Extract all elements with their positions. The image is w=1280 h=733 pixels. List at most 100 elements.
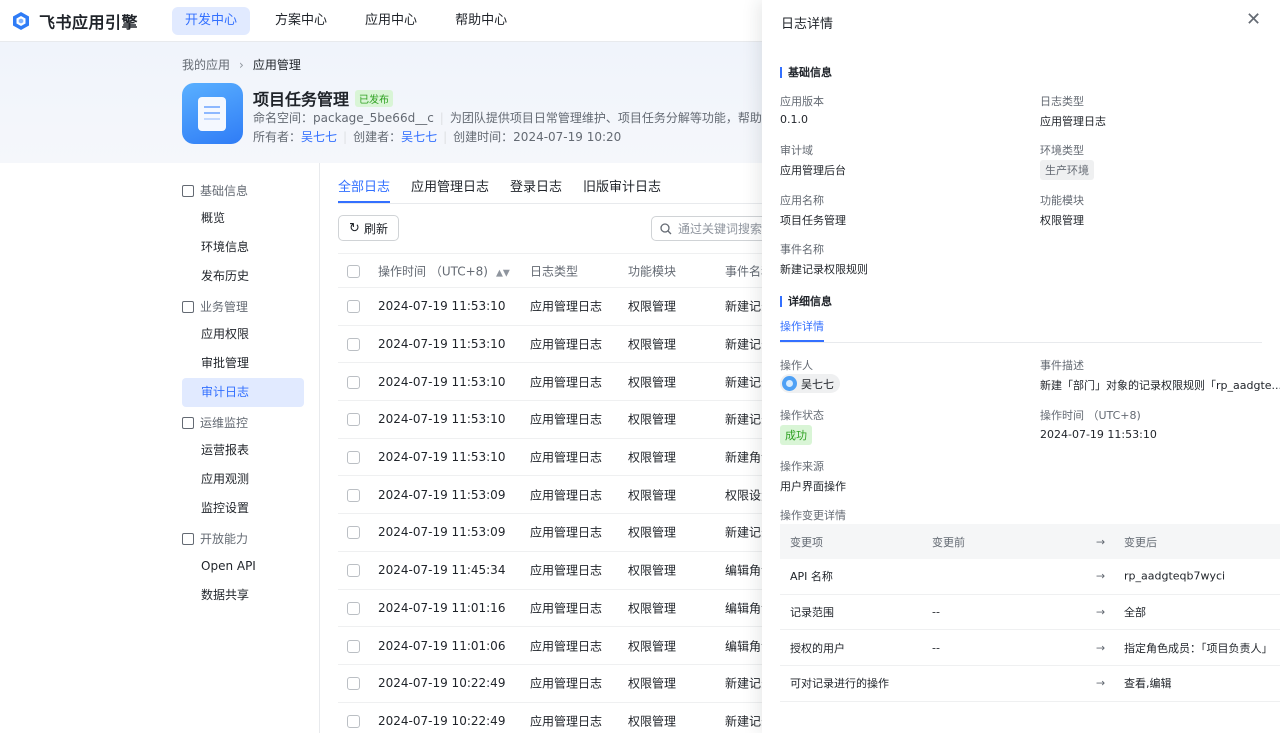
row-checkbox[interactable] <box>347 526 360 540</box>
table-row[interactable]: 2024-07-19 11:53:10 应用管理日志 权限管理 新建记录 <box>338 326 762 364</box>
sidebar-group-label: 运维监控 <box>200 416 249 430</box>
breadcrumb-my-apps[interactable]: 我的应用 <box>182 56 230 73</box>
nav-app-center[interactable]: 应用中心 <box>352 7 430 35</box>
cell-type: 应用管理日志 <box>530 299 603 314</box>
event-desc-label: 事件描述 <box>1040 359 1084 372</box>
env-type-label: 环境类型 <box>1040 144 1084 157</box>
sidebar-item-overview[interactable]: 概览 <box>182 204 304 233</box>
row-checkbox[interactable] <box>347 488 360 502</box>
cell-event: 新建记录 <box>725 337 762 352</box>
sidebar-item-release-history[interactable]: 发布历史 <box>182 262 304 291</box>
cell-type: 应用管理日志 <box>530 639 603 654</box>
log-tabs: 全部日志 应用管理日志 登录日志 旧版审计日志 <box>338 176 682 203</box>
cell-type: 应用管理日志 <box>530 375 603 390</box>
row-checkbox[interactable] <box>347 338 360 352</box>
log-detail-drawer: 日志详情 ✕ 基础信息 应用版本 0.1.0 日志类型 应用管理日志 审计域 应… <box>762 0 1280 733</box>
chevron-right-icon: › <box>239 57 244 72</box>
creator-label: 创建者： <box>353 130 402 144</box>
app-meta-namespace: 命名空间：package_5be66d__c | 为团队提供项目日常管理维护、项目任… <box>253 109 763 126</box>
cell-time: 2024-07-19 11:45:34 <box>378 563 506 578</box>
nav-dev-center[interactable]: 开发中心 <box>172 6 251 35</box>
layers-icon <box>182 532 194 545</box>
table-row[interactable]: 2024-07-19 11:01:16 应用管理日志 权限管理 编辑角色 <box>338 590 762 628</box>
table-row[interactable]: 2024-07-19 11:53:10 应用管理日志 权限管理 新建角色 <box>338 439 762 477</box>
cell-type: 应用管理日志 <box>530 714 603 729</box>
changes-table: 变更项 变更前 → 变更后 API 名称 → rp_aadgteqb7wyci 记录范… <box>780 524 1280 702</box>
op-status-tag: 成功 <box>780 425 812 445</box>
change-item: 可对记录进行的操作 <box>790 677 889 691</box>
table-row[interactable]: 2024-07-19 11:53:10 应用管理日志 权限管理 新建记录 <box>338 401 762 439</box>
section-basic-info: 基础信息 <box>780 64 832 80</box>
brand-name: 飞书应用引擎 <box>39 12 139 32</box>
section-title: 详细信息 <box>788 295 832 308</box>
table-row[interactable]: 2024-07-19 11:53:09 应用管理日志 权限管理 权限设置 <box>338 476 762 515</box>
table-row[interactable]: 2024-07-19 11:45:34 应用管理日志 权限管理 编辑角色 <box>338 552 762 590</box>
cell-time: 2024-07-19 11:53:10 <box>378 450 506 465</box>
refresh-icon: ↻ <box>349 220 360 236</box>
tab-app-mgmt-logs[interactable]: 应用管理日志 <box>411 176 489 203</box>
owner-link[interactable]: 吴七七 <box>301 130 337 144</box>
row-checkbox[interactable] <box>347 601 360 615</box>
row-checkbox[interactable] <box>347 375 360 389</box>
audit-domain-value: 应用管理后台 <box>780 164 846 177</box>
tab-legacy-audit-logs[interactable]: 旧版审计日志 <box>583 176 661 203</box>
sidebar-item-approval[interactable]: 审批管理 <box>182 349 304 378</box>
cell-module: 权限管理 <box>628 412 677 427</box>
change-before: -- <box>932 605 940 619</box>
nav-help-center[interactable]: 帮助中心 <box>442 7 520 35</box>
table-row[interactable]: 2024-07-19 11:53:10 应用管理日志 权限管理 新建记录 <box>338 363 762 402</box>
drawer-title: 日志详情 <box>781 17 834 32</box>
sidebar-item-monitor-settings[interactable]: 监控设置 <box>182 494 304 523</box>
app-name-value: 项目任务管理 <box>780 214 846 227</box>
cell-module: 权限管理 <box>628 525 677 540</box>
namespace-label: 命名空间： <box>253 111 314 125</box>
sidebar-item-data-share[interactable]: 数据共享 <box>182 581 304 610</box>
row-checkbox[interactable] <box>347 639 360 653</box>
op-time-value: 2024-07-19 11:53:10 <box>1040 428 1157 441</box>
nav-solution-center[interactable]: 方案中心 <box>262 7 340 35</box>
row-checkbox[interactable] <box>347 413 360 427</box>
header-time[interactable]: 操作时间 （UTC+8) ▲▼ <box>378 262 510 279</box>
cell-event: 新建记录 <box>725 714 762 729</box>
tab-login-logs[interactable]: 登录日志 <box>510 176 562 203</box>
app-title-row: 项目任务管理 已发布 <box>253 86 394 110</box>
table-row[interactable]: 2024-07-19 10:22:49 应用管理日志 权限管理 新建记录 <box>338 665 762 703</box>
header-type: 日志类型 <box>530 264 579 278</box>
search-input[interactable] <box>678 221 768 236</box>
tab-all-logs[interactable]: 全部日志 <box>338 176 391 203</box>
sidebar-item-open-api[interactable]: Open API <box>182 552 304 581</box>
cell-event: 编辑角色 <box>725 639 762 654</box>
select-all-checkbox[interactable] <box>347 264 360 278</box>
briefcase-icon <box>182 300 194 313</box>
table-row[interactable]: 2024-07-19 11:01:06 应用管理日志 权限管理 编辑角色 <box>338 627 762 665</box>
brand[interactable]: 飞书应用引擎 <box>11 9 138 33</box>
refresh-button[interactable]: ↻ 刷新 <box>338 215 399 241</box>
event-desc-value: 新建「部门」对象的记录权限规则「rp_aadgte... <box>1040 379 1280 392</box>
operator-chip[interactable]: 吴七七 <box>780 374 840 393</box>
sidebar-item-env-info[interactable]: 环境信息 <box>182 233 304 262</box>
cell-module: 权限管理 <box>628 450 677 465</box>
cell-type: 应用管理日志 <box>530 563 603 578</box>
row-checkbox[interactable] <box>347 677 360 691</box>
operator-label: 操作人 <box>780 359 813 372</box>
creator-link[interactable]: 吴七七 <box>401 130 437 144</box>
sort-icon[interactable]: ▲▼ <box>496 268 510 278</box>
table-row[interactable]: 2024-07-19 11:53:10 应用管理日志 权限管理 新建记录 <box>338 288 762 326</box>
row-checkbox[interactable] <box>347 300 360 314</box>
func-module-value: 权限管理 <box>1040 214 1084 227</box>
row-checkbox[interactable] <box>347 564 360 578</box>
table-row[interactable]: 2024-07-19 10:22:49 应用管理日志 权限管理 新建记录 <box>338 703 762 733</box>
sidebar-item-app-permission[interactable]: 应用权限 <box>182 320 304 349</box>
close-icon[interactable]: ✕ <box>1246 11 1261 29</box>
audit-log-table: 操作时间 （UTC+8) ▲▼ 日志类型 功能模块 事件名称 2024-07-19… <box>338 253 762 733</box>
tab-operation-detail[interactable]: 操作详情 <box>780 318 824 342</box>
row-checkbox[interactable] <box>347 714 360 728</box>
sidebar-item-ops-report[interactable]: 运营报表 <box>182 436 304 465</box>
avatar <box>782 376 797 391</box>
sidebar-item-audit-log[interactable]: 审计日志 <box>182 378 304 407</box>
row-checkbox[interactable] <box>347 451 360 465</box>
table-row[interactable]: 2024-07-19 11:53:09 应用管理日志 权限管理 新建记录 <box>338 514 762 552</box>
cell-time: 2024-07-19 11:53:09 <box>378 487 506 502</box>
cell-time: 2024-07-19 11:53:10 <box>378 412 506 427</box>
sidebar-item-app-observe[interactable]: 应用观测 <box>182 465 304 494</box>
